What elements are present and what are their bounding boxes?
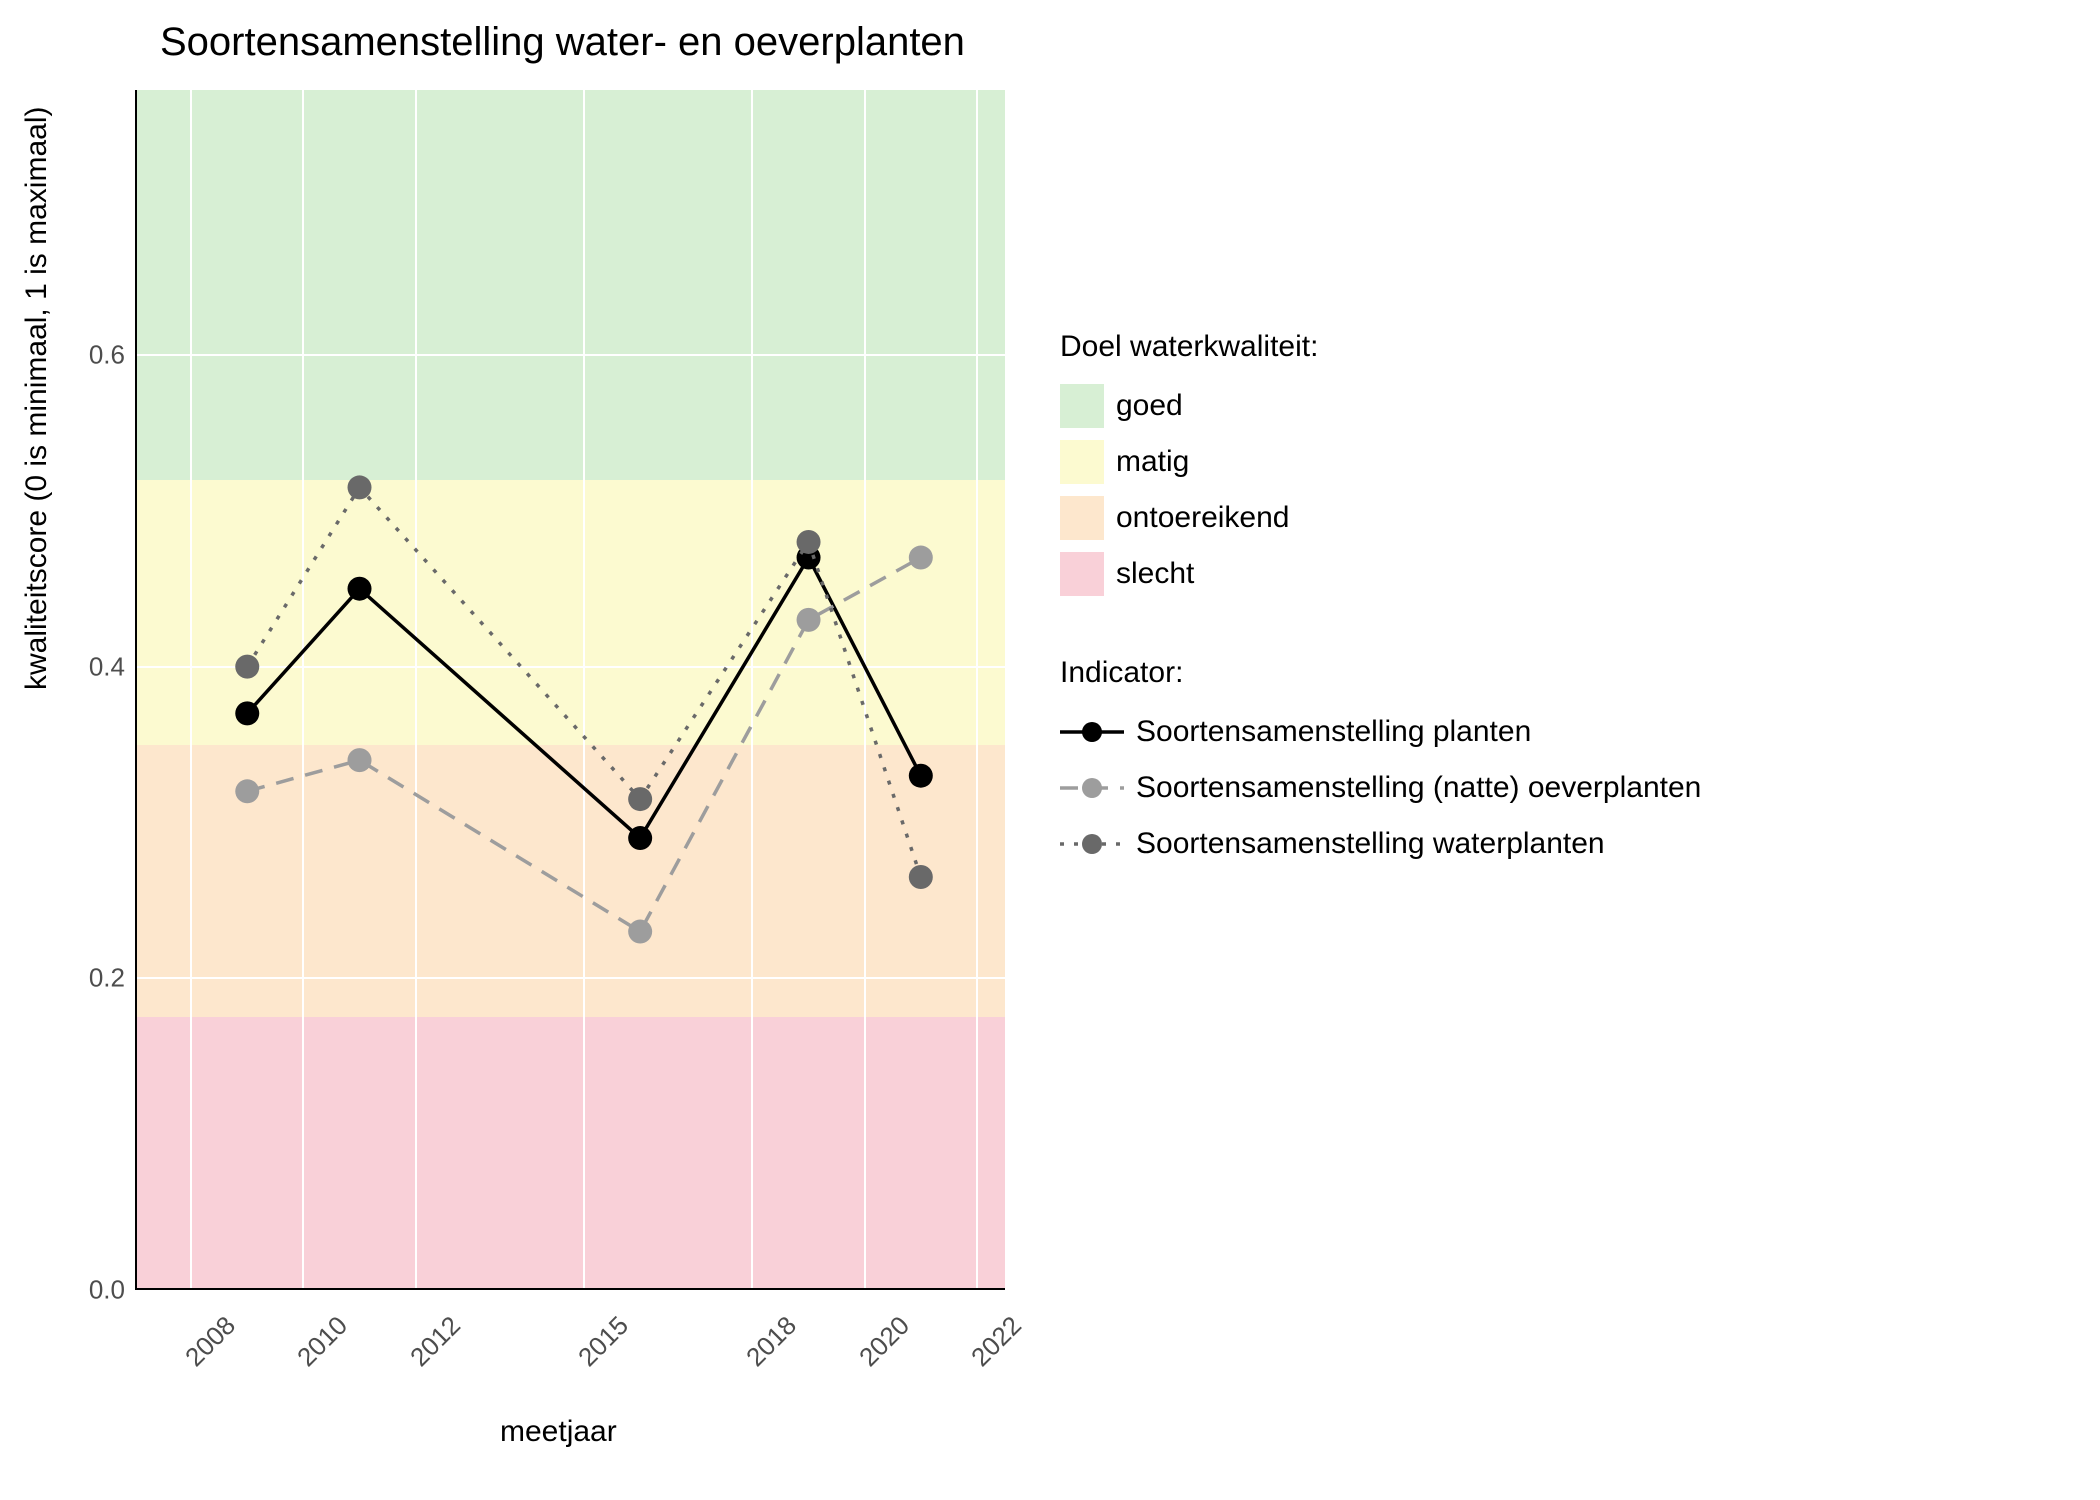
- legend-item-series: Soortensamenstelling planten: [1060, 708, 1701, 756]
- data-point: [235, 779, 259, 803]
- legend-title-series: Indicator:: [1060, 656, 1701, 690]
- legend-item-band: matig: [1060, 438, 1701, 486]
- y-tick-label: 0.0: [65, 1275, 125, 1306]
- legend-label: ontoereikend: [1116, 501, 1289, 535]
- legend-label: Soortensamenstelling waterplanten: [1136, 827, 1605, 861]
- data-point: [628, 826, 652, 850]
- legend-swatch: [1060, 496, 1104, 540]
- series-line: [247, 558, 921, 932]
- data-point: [909, 546, 933, 570]
- legend-label: Soortensamenstelling (natte) oeverplante…: [1136, 771, 1701, 805]
- legend-item-band: slecht: [1060, 550, 1701, 598]
- chart-title: Soortensamenstelling water- en oeverplan…: [160, 20, 965, 65]
- legend-item-series: Soortensamenstelling waterplanten: [1060, 820, 1701, 868]
- x-axis-label: meetjaar: [500, 1415, 617, 1449]
- legend-item-band: goed: [1060, 382, 1701, 430]
- data-point: [909, 865, 933, 889]
- data-point: [235, 701, 259, 725]
- y-axis-line: [135, 90, 137, 1290]
- series-layer: [135, 90, 1005, 1290]
- data-point: [797, 608, 821, 632]
- data-point: [348, 577, 372, 601]
- y-tick-label: 0.6: [65, 339, 125, 370]
- legend-line-swatch: [1060, 716, 1124, 748]
- legend-swatch: [1060, 384, 1104, 428]
- legend-item-series: Soortensamenstelling (natte) oeverplante…: [1060, 764, 1701, 812]
- data-point: [797, 530, 821, 554]
- y-tick-label: 0.2: [65, 963, 125, 994]
- data-point: [348, 475, 372, 499]
- data-point: [235, 655, 259, 679]
- legend-item-band: ontoereikend: [1060, 494, 1701, 542]
- data-point: [348, 748, 372, 772]
- legend-label: Soortensamenstelling planten: [1136, 715, 1531, 749]
- legend-line-swatch: [1060, 772, 1124, 804]
- legend-swatch: [1060, 552, 1104, 596]
- legend-line-swatch: [1060, 828, 1124, 860]
- data-point: [628, 920, 652, 944]
- plot-area: [135, 90, 1005, 1290]
- legend-label: matig: [1116, 445, 1189, 479]
- y-tick-label: 0.4: [65, 651, 125, 682]
- series-line: [247, 558, 921, 839]
- data-point: [628, 787, 652, 811]
- legend-label: slecht: [1116, 557, 1194, 591]
- data-point: [909, 764, 933, 788]
- y-axis-label: kwaliteitscore (0 is minimaal, 1 is maxi…: [20, 107, 54, 690]
- x-axis-line: [135, 1288, 1005, 1290]
- legend-swatch: [1060, 440, 1104, 484]
- legend-title-bands: Doel waterkwaliteit:: [1060, 330, 1701, 364]
- chart: Soortensamenstelling water- en oeverplan…: [0, 0, 2100, 1500]
- legend-label: goed: [1116, 389, 1183, 423]
- legend: Doel waterkwaliteit: goed matig ontoereiken…: [1060, 330, 1701, 876]
